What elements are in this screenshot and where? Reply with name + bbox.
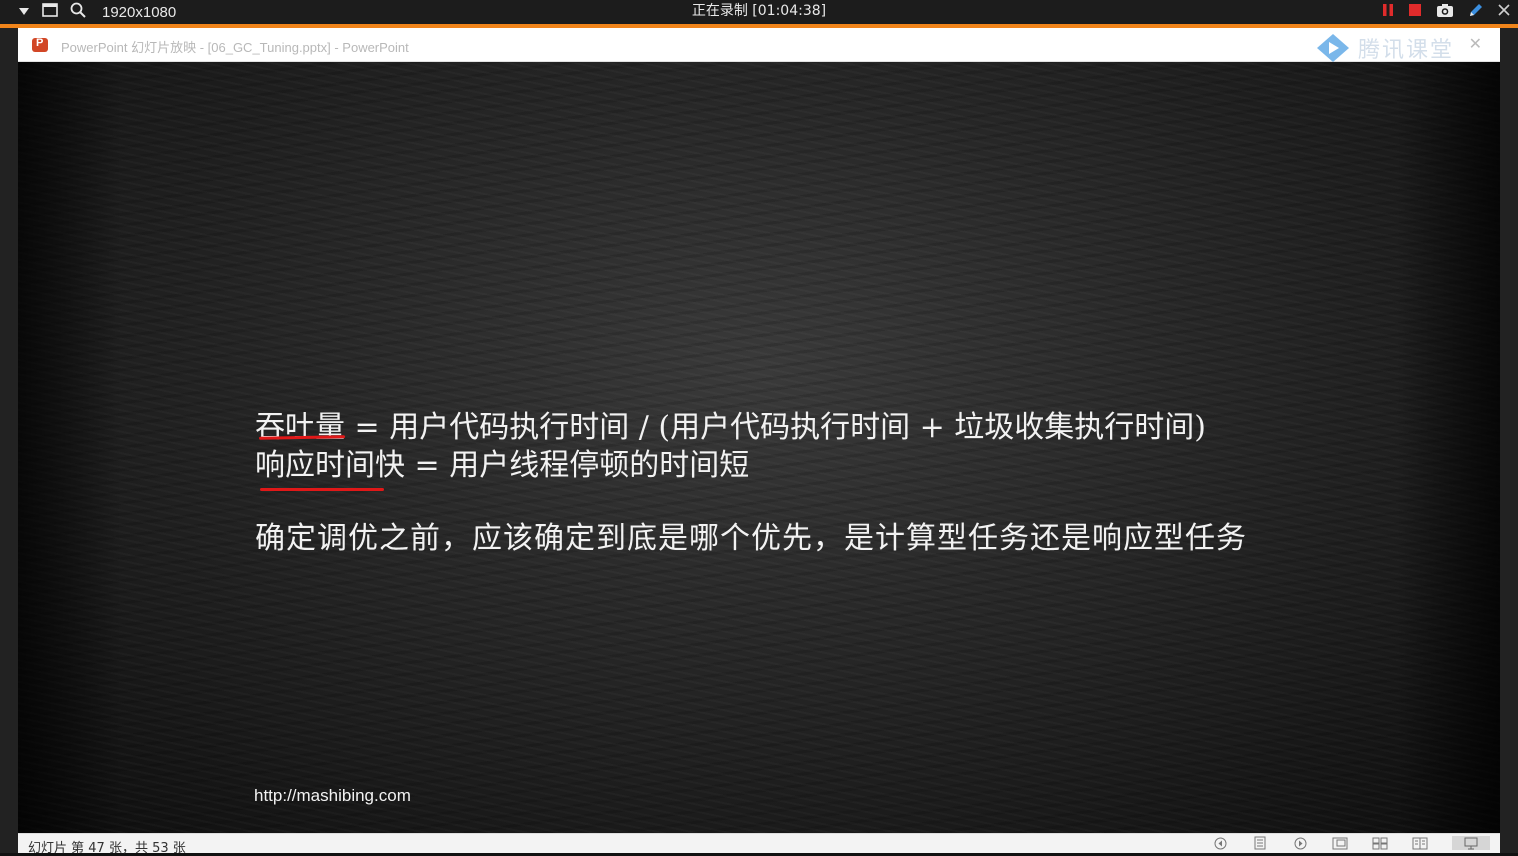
slideshow-view-icon[interactable]	[1452, 836, 1490, 850]
slide-canvas[interactable]: 吞吐量 = 用户代码执行时间 / (用户代码执行时间 + 垃圾收集执行时间) 响…	[18, 62, 1500, 833]
status-icons	[1212, 836, 1490, 850]
recorder-right-controls	[1382, 0, 1510, 24]
next-slide-icon[interactable]	[1292, 836, 1308, 850]
dropdown-icon[interactable]	[18, 4, 30, 20]
slide-counter: 幻灯片 第 47 张，共 53 张	[28, 841, 186, 856]
normal-view-icon[interactable]	[1332, 836, 1348, 850]
left-border	[0, 28, 18, 853]
slide-line-response-time: 响应时间快 = 用户线程停顿的时间短	[255, 448, 750, 483]
red-underline-response-time	[260, 488, 384, 491]
recorder-toolbar: 1920x1080 正在录制 [01:04:38]	[0, 0, 1518, 24]
pause-icon[interactable]	[1382, 3, 1394, 21]
slide-line-tuning-priority: 确定调优之前，应该确定到底是哪个优先，是计算型任务还是响应型任务	[255, 521, 1247, 556]
resolution-label: 1920x1080	[102, 3, 177, 21]
right-border	[1500, 28, 1518, 853]
previous-slide-icon[interactable]	[1212, 836, 1228, 850]
stop-icon[interactable]	[1408, 3, 1422, 21]
window-icon[interactable]	[42, 3, 58, 21]
pen-icon[interactable]	[1468, 2, 1484, 22]
slide-sorter-icon[interactable]	[1372, 836, 1388, 850]
powerpoint-icon	[32, 37, 48, 52]
camera-icon[interactable]	[1436, 3, 1454, 22]
watermark: 腾讯课堂	[1316, 32, 1454, 64]
window-title: PowerPoint 幻灯片放映 - [06_GC_Tuning.pptx] -…	[61, 40, 409, 55]
powerpoint-window: PowerPoint 幻灯片放映 - [06_GC_Tuning.pptx] -…	[18, 28, 1500, 856]
slide-url: http://mashibing.com	[254, 786, 411, 805]
window-close-icon[interactable]: ✕	[1469, 34, 1482, 53]
reading-view-icon[interactable]	[1412, 836, 1428, 850]
window-title-bar: PowerPoint 幻灯片放映 - [06_GC_Tuning.pptx] -…	[18, 28, 1500, 64]
close-icon[interactable]	[1498, 4, 1510, 20]
tencent-classroom-logo-icon	[1316, 34, 1349, 62]
recorder-left-controls: 1920x1080	[18, 0, 176, 24]
notes-icon[interactable]	[1252, 836, 1268, 850]
status-bar: 幻灯片 第 47 张，共 53 张	[18, 833, 1500, 856]
watermark-text: 腾讯课堂	[1357, 38, 1454, 63]
recording-status: 正在录制 [01:04:38]	[691, 3, 827, 19]
search-icon[interactable]	[70, 2, 86, 22]
